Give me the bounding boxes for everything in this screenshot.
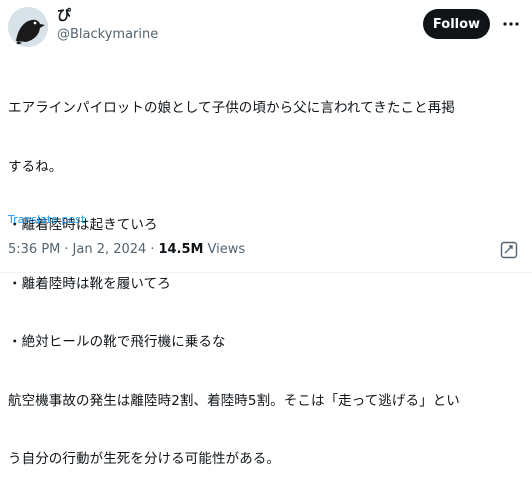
tweet-line: ・絶対ヒールの靴で飛行機に乗るな — [8, 334, 226, 350]
divider — [0, 272, 532, 273]
grok-icon — [500, 241, 518, 259]
tweet-line: う自分の行動が生死を分ける可能性がある。 — [8, 451, 280, 467]
more-options-button[interactable] — [500, 13, 522, 35]
views-label: Views — [207, 242, 246, 257]
crow-avatar-icon — [8, 7, 48, 47]
views-count: 14.5M — [158, 242, 204, 257]
tweet-line: エアラインパイロットの娘として子供の頃から父に言われてきたこと再掲 — [8, 100, 455, 116]
display-name[interactable]: ぴ — [57, 7, 158, 25]
author-info: ぴ @Blackymarine — [57, 7, 158, 44]
tweet-text: エアラインパイロットの娘として子供の頃から父に言われてきたこと再掲 するね。 ・… — [8, 60, 526, 489]
tweet-line: 航空機事故の発生は離陸時2割、着陸時5割。そこは「走って逃げる」とい — [8, 392, 460, 409]
translate-post-link[interactable]: Translate post — [8, 213, 85, 226]
more-horizontal-icon — [503, 22, 519, 26]
post-time[interactable]: 5:36 PM — [8, 242, 60, 257]
tweet-metadata: 5:36 PM · Jan 2, 2024 · 14.5M Views — [8, 242, 245, 257]
tweet-line: するね。 — [8, 158, 63, 175]
avatar[interactable] — [8, 7, 48, 47]
post-date[interactable]: Jan 2, 2024 — [73, 242, 147, 257]
follow-button[interactable]: Follow — [423, 9, 490, 39]
user-handle[interactable]: @Blackymarine — [57, 26, 158, 44]
tweet-line: ・離着陸時は靴を履いてろ — [8, 275, 171, 292]
tweet-line: ・離着陸時は起きていろ — [8, 217, 158, 233]
separator-dot: · — [64, 242, 69, 257]
separator-dot: · — [150, 242, 155, 257]
grok-button[interactable] — [500, 241, 518, 259]
